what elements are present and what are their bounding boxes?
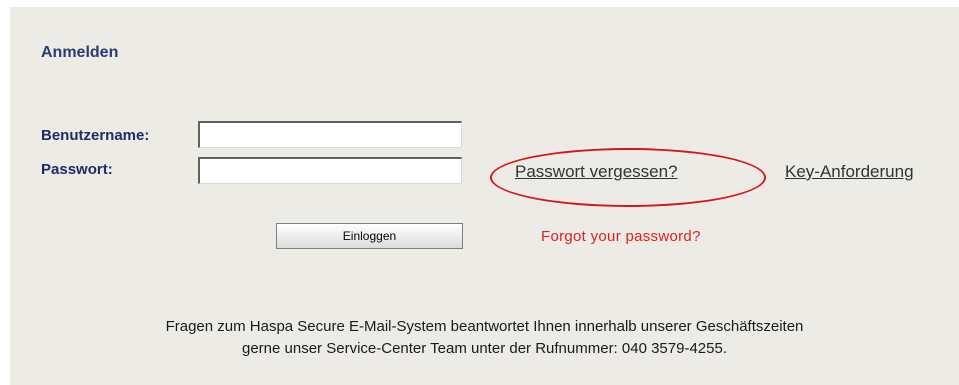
- password-field[interactable]: [198, 157, 462, 184]
- username-label: Benutzername:: [41, 127, 150, 144]
- info-text-line2: gerne unser Service-Center Team unter de…: [242, 340, 727, 357]
- key-request-link[interactable]: Key-Anforderung: [785, 162, 914, 182]
- info-text-line1: Fragen zum Haspa Secure E-Mail-System be…: [165, 318, 804, 335]
- login-button[interactable]: Einloggen: [276, 223, 463, 249]
- page-title: Anmelden: [41, 44, 119, 61]
- username-field[interactable]: [198, 121, 462, 148]
- password-label: Passwort:: [41, 161, 113, 178]
- forgot-password-link[interactable]: Passwort vergessen?: [515, 162, 678, 182]
- forgot-password-note: Forgot your password?: [541, 228, 701, 245]
